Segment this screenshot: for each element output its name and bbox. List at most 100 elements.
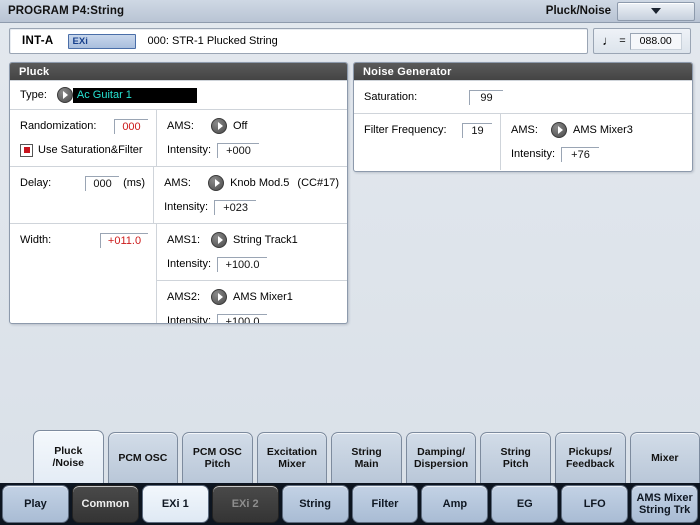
saturation-value[interactable]: 99	[469, 89, 503, 105]
mode-tab-exi-2: EXi 2	[211, 485, 279, 523]
mode-tab-label: EG	[516, 497, 533, 510]
filter-ams-arrow-icon[interactable]	[551, 122, 567, 138]
mode-tab-exi-1[interactable]: EXi 1	[141, 485, 209, 523]
randomization-intensity-label: Intensity:	[167, 144, 212, 156]
delay-value[interactable]: 000	[85, 175, 120, 191]
program-bar: INT-A EXi 000: STR-1 Plucked String ♩ = …	[9, 28, 691, 54]
page-tab-pcm-osc-pitch[interactable]: PCM OSC Pitch	[182, 432, 253, 483]
page-tab-string-main[interactable]: String Main	[331, 432, 402, 483]
page-tab-label: Damping/Dispersion	[413, 445, 469, 471]
program-select-field[interactable]: INT-A EXi 000: STR-1 Plucked String	[9, 28, 588, 54]
filter-frequency-value[interactable]: 19	[462, 122, 492, 138]
page-tab-label: String Pitch	[500, 445, 531, 471]
page-tab-label: PCM OSC	[118, 451, 168, 464]
page-tab-label: String Main	[351, 445, 382, 471]
page-tab-mixer[interactable]: Mixer	[629, 432, 700, 483]
width-ams1-intensity-label: Intensity:	[167, 258, 212, 270]
pluck-type-arrow-icon[interactable]	[56, 87, 73, 103]
page-tab-label: Pluck/Noise	[52, 444, 85, 470]
tempo-value[interactable]: 088.00	[629, 32, 682, 50]
page-tab-excitation-mixer[interactable]: Excitation Mixer	[256, 432, 328, 483]
noise-generator-panel: Noise Generator Saturation: 99 Filter Fr…	[353, 62, 693, 172]
delay-ams-value[interactable]: Knob Mod.5	[230, 177, 289, 189]
randomization-intensity-value[interactable]: +000	[217, 142, 259, 158]
delay-ams-arrow-icon[interactable]	[208, 175, 225, 191]
filter-intensity-label: Intensity:	[511, 148, 556, 160]
page-tab-label: Pickups/Feedback	[565, 445, 615, 471]
mode-tab-common[interactable]: Common	[71, 485, 139, 523]
page-title: PROGRAM P4:String	[8, 5, 125, 17]
randomization-ams-arrow-icon[interactable]	[211, 118, 227, 134]
page-tab-label: Excitation Mixer	[266, 445, 318, 471]
mode-tab-label: Common	[81, 497, 130, 510]
tempo-equals-sign: =	[619, 35, 626, 47]
noise-saturation-row: Saturation: 99	[354, 80, 692, 113]
mode-tab-play[interactable]: Play	[2, 485, 69, 523]
mode-tab-eg[interactable]: EG	[491, 485, 559, 523]
page-tab-pickups-feedback[interactable]: Pickups/Feedback	[554, 432, 626, 483]
mode-tab-amp[interactable]: Amp	[421, 485, 489, 523]
mode-tab-label: Filter	[371, 497, 399, 510]
filter-ams-label: AMS:	[511, 124, 538, 136]
width-ams2-value[interactable]: AMS Mixer1	[233, 291, 293, 303]
bank-label: INT-A	[22, 35, 54, 47]
page-tab-bar: Pluck/Noise PCM OSC PCM OSC Pitch Excitation…	[0, 430, 700, 483]
width-value[interactable]: +011.0	[100, 232, 148, 248]
title-bar: PROGRAM P4:String Pluck/Noise	[0, 0, 700, 23]
page-menu-dropdown-button[interactable]	[617, 1, 695, 21]
delay-label: Delay:	[20, 177, 52, 189]
korg-editor-window: PROGRAM P4:String Pluck/Noise INT-A EXi …	[0, 0, 700, 525]
pluck-type-label: Type:	[20, 89, 47, 101]
page-tab-pcm-osc[interactable]: PCM OSC	[107, 432, 179, 483]
pluck-panel: Pluck Type: Ac Guitar 1 Randomization: 0…	[9, 62, 348, 324]
delay-intensity-value[interactable]: +023	[214, 199, 257, 215]
program-name: 000: STR-1 Plucked String	[147, 35, 278, 47]
width-ams2-intensity-value[interactable]: +100.0	[217, 313, 267, 323]
delay-ams-label: AMS:	[164, 177, 191, 189]
page-tab-string-pitch[interactable]: String Pitch	[480, 432, 551, 483]
pluck-type-row: Type: Ac Guitar 1	[10, 80, 347, 109]
width-ams2-label: AMS2:	[167, 291, 201, 303]
width-label: Width:	[20, 234, 52, 246]
page-tab-label: PCM OSC Pitch	[192, 445, 242, 471]
width-ams1-arrow-icon[interactable]	[211, 232, 227, 248]
title-bar-right: Pluck/Noise	[546, 1, 695, 21]
randomization-label: Randomization:	[20, 120, 97, 132]
width-ams1-value[interactable]: String Track1	[233, 234, 298, 246]
width-ams2-intensity-label: Intensity:	[167, 315, 212, 324]
delay-ams-cc: (CC#17)	[297, 177, 339, 189]
randomization-ams-value[interactable]: Off	[233, 120, 247, 132]
width-ams2-arrow-icon[interactable]	[211, 289, 227, 305]
mode-tab-bar: Play Common EXi 1 EXi 2 String Filter Amp EG LFO…	[0, 483, 700, 525]
delay-unit: (ms)	[123, 177, 146, 189]
mode-tab-lfo[interactable]: LFO	[561, 485, 629, 523]
filter-ams-value[interactable]: AMS Mixer3	[573, 124, 633, 136]
mode-tab-label: EXi 1	[161, 497, 189, 510]
mode-tab-label: EXi 2	[231, 497, 259, 510]
mode-tab-ams-mixer-string-trk[interactable]: AMS Mixer String Trk	[631, 485, 699, 523]
delay-intensity-label: Intensity:	[164, 201, 209, 213]
use-saturation-filter-checkbox[interactable]	[20, 143, 33, 157]
pluck-randomization-row: Randomization: 000 Use Saturation&Filter…	[10, 109, 347, 166]
mode-tab-label: LFO	[583, 497, 606, 510]
filter-intensity-value[interactable]: +76	[561, 146, 599, 162]
mode-tab-label: String	[299, 497, 331, 510]
mode-tab-filter[interactable]: Filter	[351, 485, 419, 523]
tempo-control[interactable]: ♩ = 088.00	[593, 28, 691, 54]
mode-tab-label: Amp	[442, 497, 468, 510]
pluck-delay-row: Delay: 000 (ms) AMS: Knob Mod.5 (CC#17) …	[10, 166, 347, 223]
width-ams1-intensity-value[interactable]: +100.0	[217, 256, 267, 272]
page-tab-damping-dispersion[interactable]: Damping/Dispersion	[405, 432, 477, 483]
randomization-value[interactable]: 000	[114, 118, 148, 134]
pluck-panel-header: Pluck	[10, 63, 347, 80]
page-tab-pluck-noise[interactable]: Pluck/Noise	[33, 430, 104, 483]
randomization-ams-label: AMS:	[167, 120, 194, 132]
mode-tab-label: Play	[24, 497, 47, 510]
quarter-note-icon: ♩	[602, 32, 616, 48]
width-ams1-label: AMS1:	[167, 234, 201, 246]
saturation-label: Saturation:	[364, 91, 418, 103]
pluck-type-value[interactable]: Ac Guitar 1	[72, 87, 197, 103]
mode-tab-string[interactable]: String	[281, 485, 349, 523]
mode-tab-label: AMS Mixer String Trk	[636, 491, 693, 517]
noise-filter-frequency-row: Filter Frequency: 19 AMS: AMS Mixer3 Int…	[354, 113, 692, 170]
